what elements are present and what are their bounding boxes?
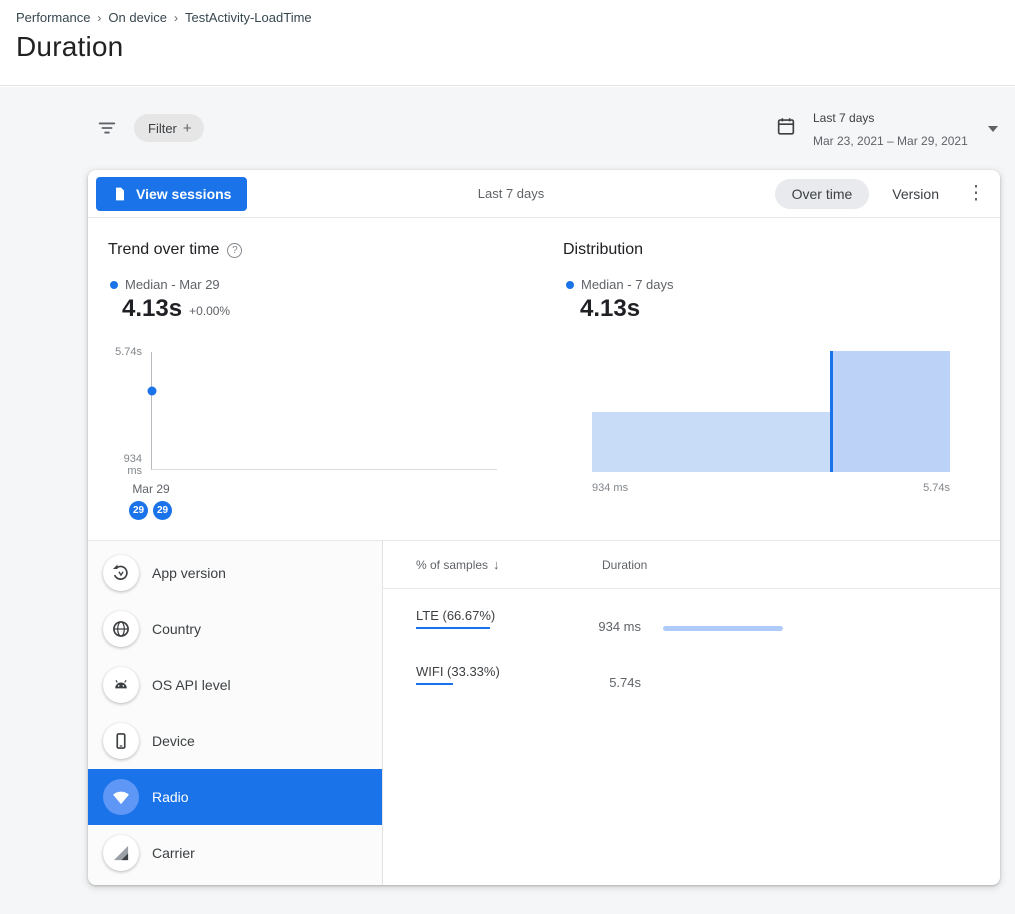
duration-card: View sessions Last 7 days Over time Vers… <box>88 170 1000 885</box>
date-range-picker[interactable]: Last 7 days Mar 23, 2021 – Mar 29, 2021 <box>775 107 1000 155</box>
sidebar-item-label: Radio <box>152 789 189 805</box>
distribution-axis: 934 ms 5.74s <box>592 482 950 494</box>
sidebar-item-app-version[interactable]: App version <box>88 545 382 601</box>
legend-dot-icon <box>566 281 574 289</box>
table-row[interactable]: LTE (66.67%) 934 ms <box>383 589 1000 645</box>
view-tabs: Over time Version <box>775 179 956 209</box>
table-header: % of samples ↓ Duration <box>383 541 1000 589</box>
sidebar-item-label: Country <box>152 621 201 637</box>
trend-plot-area <box>151 352 497 470</box>
tab-version[interactable]: Version <box>875 179 956 209</box>
distribution-histogram <box>592 351 950 472</box>
row-duration-value: 934 ms <box>561 619 641 634</box>
samples-pct-bar <box>416 627 490 629</box>
sidebar-item-carrier[interactable]: Carrier <box>88 825 382 881</box>
trend-median-point <box>148 387 157 396</box>
distribution-x-max: 5.74s <box>923 482 950 494</box>
android-icon <box>103 667 139 703</box>
trend-legend-label: Median - Mar 29 <box>125 277 220 292</box>
help-icon[interactable]: ? <box>227 243 242 258</box>
histogram-bar <box>592 412 830 473</box>
breakdown-sidebar: App version Country <box>88 541 383 885</box>
sidebar-item-os-api-level[interactable]: OS API level <box>88 657 382 713</box>
view-sessions-label: View sessions <box>136 186 231 202</box>
trend-delta: +0.00% <box>189 304 230 318</box>
overflow-menu-icon[interactable]: ⋮ <box>962 182 990 205</box>
sidebar-item-label: Device <box>152 733 195 749</box>
range-handle-start[interactable]: 29 <box>129 501 148 520</box>
trend-x-tick: Mar 29 <box>121 482 181 496</box>
app-version-icon <box>103 555 139 591</box>
sidebar-item-device[interactable]: Device <box>88 713 382 769</box>
column-header-duration[interactable]: Duration <box>602 558 647 572</box>
breakdown-table: % of samples ↓ Duration LTE (66.67%) 934… <box>383 541 1000 885</box>
sidebar-item-label: Carrier <box>152 845 195 861</box>
breadcrumb-separator: › <box>174 11 178 25</box>
breadcrumb-trace[interactable]: TestActivity-LoadTime <box>185 10 312 25</box>
trend-section-title: Trend over time ? <box>108 241 242 259</box>
add-filter-chip[interactable]: Filter + <box>134 114 204 142</box>
duration-spark-bar <box>663 626 783 631</box>
cell-signal-icon <box>103 835 139 871</box>
view-sessions-button[interactable]: View sessions <box>96 177 247 211</box>
row-duration-value: 5.74s <box>561 675 641 690</box>
distribution-x-min: 934 ms <box>592 482 628 494</box>
distribution-value-row: 4.13s <box>580 295 640 323</box>
breadcrumb-on-device[interactable]: On device <box>108 10 167 25</box>
sidebar-item-radio[interactable]: Radio <box>88 769 382 825</box>
distribution-legend: Median - 7 days <box>566 277 674 292</box>
distribution-title-text: Distribution <box>563 241 643 259</box>
histogram-bar <box>830 351 950 472</box>
table-row[interactable]: WIFI (33.33%) 5.74s <box>383 645 1000 701</box>
sidebar-item-country[interactable]: Country <box>88 601 382 657</box>
legend-dot-icon <box>110 281 118 289</box>
phone-icon <box>103 723 139 759</box>
date-range-value: Mar 23, 2021 – Mar 29, 2021 <box>813 134 968 148</box>
range-handle-end[interactable]: 29 <box>153 501 172 520</box>
trend-legend: Median - Mar 29 <box>110 277 220 292</box>
date-range-label: Last 7 days <box>813 111 874 125</box>
distribution-median-value: 4.13s <box>580 295 640 323</box>
trend-title-text: Trend over time <box>108 241 219 259</box>
page-header: Performance › On device › TestActivity-L… <box>0 0 1015 86</box>
row-label: WIFI (33.33%) <box>416 664 500 679</box>
trend-y-max: 5.74s <box>108 346 142 358</box>
content-area: Filter + Last 7 days Mar 23, 2021 – Mar … <box>0 87 1015 914</box>
page-title: Duration <box>16 31 123 63</box>
sidebar-item-label: OS API level <box>152 677 231 693</box>
breadcrumb: Performance › On device › TestActivity-L… <box>16 10 312 25</box>
card-header: View sessions Last 7 days Over time Vers… <box>88 170 1000 218</box>
calendar-icon <box>775 115 797 137</box>
trend-chart: 5.74s 934 ms Mar 29 29 29 <box>108 340 528 540</box>
filter-chip-label: Filter <box>148 121 177 136</box>
row-label: LTE (66.67%) <box>416 608 495 623</box>
trend-value-row: 4.13s +0.00% <box>122 295 230 323</box>
sidebar-item-label: App version <box>152 565 226 581</box>
sort-descending-icon: ↓ <box>493 557 500 572</box>
trend-median-value: 4.13s <box>122 295 182 323</box>
card-period-label: Last 7 days <box>247 186 774 201</box>
breadcrumb-separator: › <box>97 11 101 25</box>
wifi-icon <box>103 779 139 815</box>
breakdown-section: App version Country <box>88 540 1000 885</box>
breadcrumb-performance[interactable]: Performance <box>16 10 90 25</box>
samples-header-label: % of samples <box>416 558 488 572</box>
filter-list-icon[interactable] <box>96 117 118 139</box>
samples-pct-bar <box>416 683 453 685</box>
document-icon <box>112 186 128 202</box>
distribution-legend-label: Median - 7 days <box>581 277 674 292</box>
chevron-down-icon <box>988 126 998 132</box>
column-header-samples[interactable]: % of samples ↓ <box>416 557 602 572</box>
trend-y-min: 934 ms <box>108 453 142 477</box>
add-icon: + <box>183 120 192 137</box>
distribution-section-title: Distribution <box>563 241 643 259</box>
tab-over-time[interactable]: Over time <box>775 179 870 209</box>
distribution-median-line <box>830 351 833 472</box>
globe-icon <box>103 611 139 647</box>
